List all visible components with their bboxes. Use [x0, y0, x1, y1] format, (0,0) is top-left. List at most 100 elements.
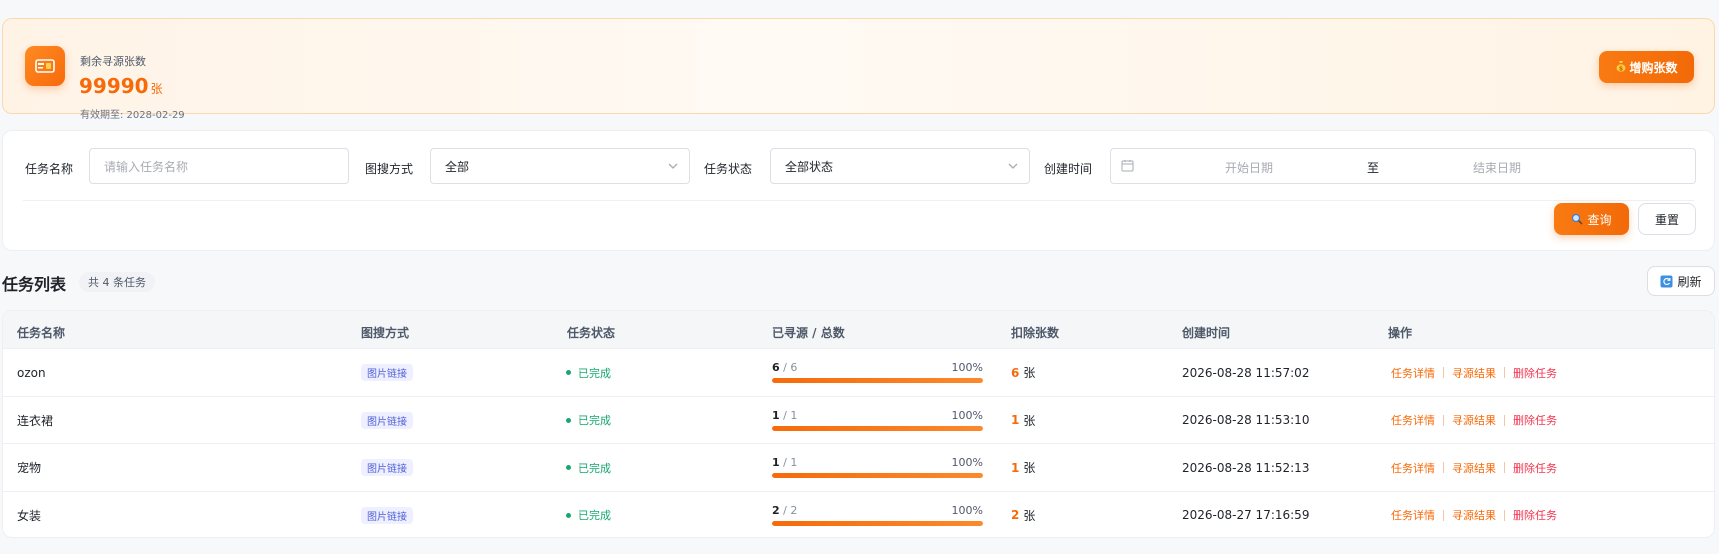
status-dot-icon: [566, 512, 571, 518]
status-text: 已完成: [578, 366, 611, 380]
column-header-status: 任务状态: [567, 326, 616, 340]
search-result-link[interactable]: 寻源结果: [1452, 412, 1496, 428]
progress-bar: [772, 473, 983, 478]
search-mode-tag: 图片链接: [361, 411, 413, 429]
quota-label: 剩余寻源张数: [80, 55, 146, 68]
created-time: 2026-08-28 11:57:02: [1182, 365, 1310, 380]
deduct-count: 6: [1011, 365, 1020, 380]
status-badge: 已完成: [566, 412, 611, 428]
table-row: ozon 图片链接 已完成 6 / 6 100% 6张 2026-08-28 11…: [3, 349, 1714, 397]
table-row: 女装 图片链接 已完成 2 / 2 100% 2张 2026-08-27 17:1…: [3, 492, 1714, 538]
search-mode-tag: 图片链接: [361, 459, 413, 477]
progress-fill: [772, 425, 983, 431]
deduct-count: 2: [1011, 508, 1020, 523]
ticket-icon: [25, 46, 65, 86]
moneybag-icon: $: [1615, 60, 1627, 75]
svg-text:$: $: [1619, 65, 1623, 72]
task-detail-link[interactable]: 任务详情: [1391, 365, 1435, 381]
delete-task-link[interactable]: 删除任务: [1513, 507, 1557, 523]
progress: 6 / 6 100%: [772, 361, 983, 383]
search-result-link[interactable]: 寻源结果: [1452, 460, 1496, 476]
reset-label: 重置: [1654, 212, 1679, 227]
date-range-separator: 至: [1367, 161, 1380, 175]
search-mode-value: 全部: [445, 159, 470, 174]
deduct-count: 1: [1011, 413, 1020, 428]
progress-percent: 100%: [951, 408, 983, 422]
status-text: 已完成: [578, 414, 611, 428]
delete-task-link[interactable]: 删除任务: [1513, 460, 1557, 476]
date-range-picker[interactable]: 开始日期 至 结束日期: [1110, 148, 1696, 184]
end-date-input[interactable]: 结束日期: [1473, 159, 1521, 176]
search-result-link[interactable]: 寻源结果: [1452, 507, 1496, 523]
status-badge: 已完成: [566, 460, 611, 476]
row-actions: 任务详情 寻源结果 删除任务: [1391, 349, 1557, 397]
task-name: 女装: [17, 508, 42, 523]
task-name: 宠物: [17, 461, 42, 476]
status-dot-icon: [566, 370, 571, 376]
status-dot-icon: [566, 465, 571, 471]
progress-total: / 2: [783, 503, 798, 517]
calendar-icon: [1121, 160, 1134, 172]
query-label: 查询: [1587, 212, 1612, 227]
status-dot-icon: [566, 417, 571, 423]
row-actions: 任务详情 寻源结果 删除任务: [1391, 397, 1557, 445]
task-status-label: 任务状态: [704, 162, 753, 176]
search-mode-tag: 图片链接: [361, 506, 413, 524]
progress-done: 6: [772, 361, 780, 374]
chevron-down-icon: [1008, 163, 1018, 169]
deduct-count: 1: [1011, 460, 1020, 475]
search-mode-tag: 图片链接: [361, 364, 413, 382]
progress-done: 2: [772, 503, 780, 517]
task-name: 连衣裙: [17, 413, 54, 428]
task-name-input[interactable]: 请输入任务名称: [89, 148, 349, 184]
quota-number: 99990: [79, 74, 149, 98]
refresh-button[interactable]: 刷新: [1647, 266, 1715, 296]
task-status-select[interactable]: 全部状态: [770, 148, 1030, 184]
delete-task-link[interactable]: 删除任务: [1513, 412, 1557, 428]
progress-fill: [772, 520, 983, 526]
task-detail-link[interactable]: 任务详情: [1391, 412, 1435, 428]
created-time-label: 创建时间: [1044, 162, 1093, 176]
column-header-actions: 操作: [1388, 326, 1413, 340]
column-header-created: 创建时间: [1182, 326, 1231, 340]
filter-divider: [23, 200, 1694, 201]
column-header-mode: 图搜方式: [361, 326, 410, 340]
search-mode-label: 图搜方式: [365, 162, 414, 176]
status-badge: 已完成: [566, 507, 611, 523]
task-status-value: 全部状态: [785, 159, 834, 174]
buy-quota-button[interactable]: $ 增购张数: [1599, 51, 1694, 83]
task-name-placeholder: 请输入任务名称: [104, 159, 189, 174]
table-row: 连衣裙 图片链接 已完成 1 / 1 100% 1张 2026-08-28 11:…: [3, 397, 1714, 445]
progress-done: 1: [772, 456, 780, 469]
chevron-down-icon: [668, 163, 678, 169]
progress-percent: 100%: [951, 503, 983, 517]
deduct-unit: 张: [1023, 461, 1036, 476]
quota-expire: 有效期至: 2028-02-29: [80, 110, 185, 121]
task-detail-link[interactable]: 任务详情: [1391, 507, 1435, 523]
search-result-link[interactable]: 寻源结果: [1452, 365, 1496, 381]
deduct-unit: 张: [1023, 366, 1036, 381]
deduct-unit: 张: [1023, 508, 1036, 523]
table-header: 任务名称 图搜方式 任务状态 已寻源 / 总数 扣除张数 创建时间 操作: [3, 311, 1714, 349]
progress-percent: 100%: [951, 456, 983, 469]
quota-value: 99990 张: [79, 74, 163, 98]
progress-bar: [772, 520, 983, 526]
row-actions: 任务详情 寻源结果 删除任务: [1391, 492, 1557, 538]
created-time: 2026-08-28 11:52:13: [1182, 460, 1310, 475]
reset-button[interactable]: 重置: [1638, 203, 1696, 235]
column-header-deduct: 扣除张数: [1011, 326, 1060, 340]
search-mode-select[interactable]: 全部: [430, 148, 690, 184]
status-badge: 已完成: [566, 365, 611, 381]
search-icon: [1572, 213, 1584, 225]
delete-task-link[interactable]: 删除任务: [1513, 365, 1557, 381]
status-text: 已完成: [578, 461, 611, 475]
start-date-input[interactable]: 开始日期: [1225, 159, 1273, 176]
task-name: ozon: [17, 365, 46, 380]
query-button[interactable]: 查询: [1554, 203, 1629, 235]
buy-quota-label: 增购张数: [1629, 60, 1678, 75]
quota-unit: 张: [150, 82, 163, 96]
progress: 2 / 2 100%: [772, 504, 983, 526]
column-header-name: 任务名称: [17, 326, 66, 340]
task-count-badge: 共 4 条任务: [79, 272, 155, 292]
task-detail-link[interactable]: 任务详情: [1391, 460, 1435, 476]
